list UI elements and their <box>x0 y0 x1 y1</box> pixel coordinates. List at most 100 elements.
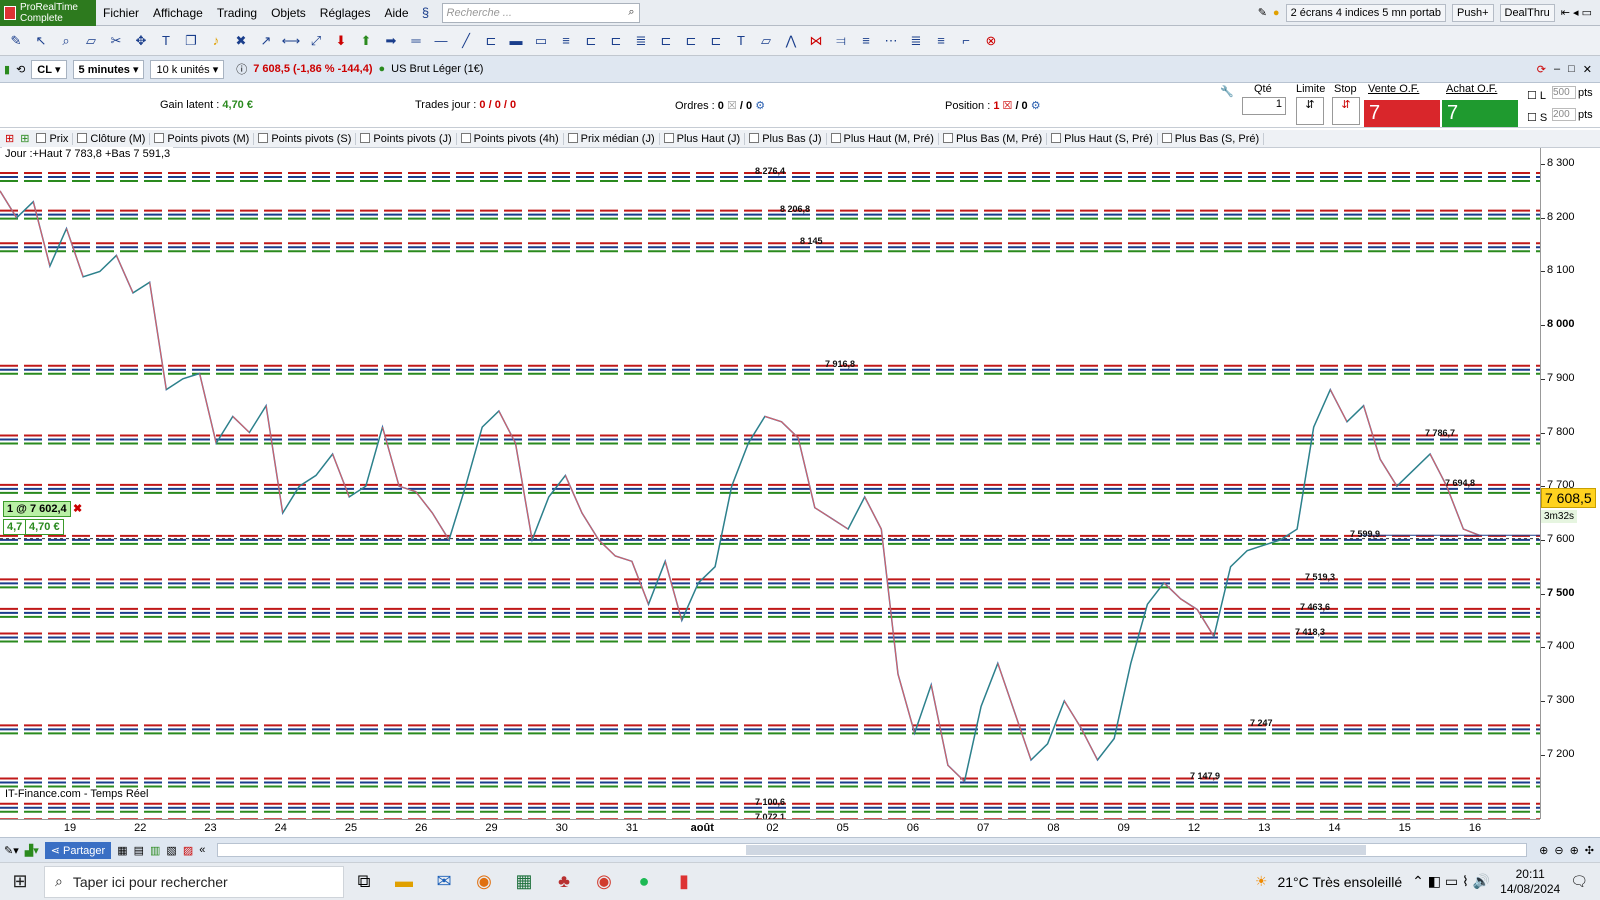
indicator-high-m-pre[interactable]: Plus Haut (M, Pré) <box>827 132 939 145</box>
indicator-low-m-pre[interactable]: Plus Bas (M, Pré) <box>939 132 1048 145</box>
indicator-price[interactable]: Prix <box>32 132 74 145</box>
time-axis[interactable]: 19 22 23 24 25 26 29 30 31 août 02 05 06 07 08 09 12 13 14… <box>0 819 1540 838</box>
qty-input[interactable]: 1 <box>1242 97 1286 115</box>
window-controls-icon[interactable]: ⇤ ◂ ▭ <box>1561 6 1592 19</box>
pencil-icon[interactable]: ✎ <box>6 31 26 51</box>
alert-icon[interactable]: ● <box>1273 7 1280 19</box>
search-input[interactable]: Recherche ... ⌕ <box>441 2 640 23</box>
add-indicator-icon[interactable]: ⊞ <box>2 132 17 145</box>
move-icon[interactable]: ✥ <box>131 31 151 51</box>
explorer-icon[interactable]: ▬ <box>384 871 424 892</box>
timeframe-select[interactable]: 5 minutes ▾ <box>72 59 145 79</box>
stop-order-button[interactable]: ⇵ <box>1332 97 1360 125</box>
zoom-in-icon[interactable]: ⊕ <box>1570 844 1579 857</box>
close-icon[interactable]: ✕ <box>1583 63 1592 76</box>
scroll-left-icon[interactable]: « <box>199 844 205 856</box>
menu-help[interactable]: Aide <box>377 6 415 20</box>
push-button[interactable]: Push+ <box>1452 3 1494 22</box>
tray-icons[interactable]: ⌃ ◧ ▭ ⌇ 🔊 <box>1412 873 1490 890</box>
indicator-median-j[interactable]: Prix médian (J) <box>564 132 660 145</box>
indicator-pivots-4h[interactable]: Points pivots (4h) <box>457 132 564 145</box>
symbol-select[interactable]: CL ▾ <box>31 59 67 79</box>
close-position-icon[interactable]: ✖ <box>70 501 85 516</box>
indicator-low-j[interactable]: Plus Bas (J) <box>745 132 827 145</box>
position-settings-icon[interactable]: ⚙ <box>1031 100 1041 112</box>
channel4-icon[interactable]: ⊏ <box>681 31 701 51</box>
arrow-line-icon[interactable]: ↗ <box>256 31 276 51</box>
hline-icon[interactable]: — <box>431 31 451 51</box>
prorealtime-icon[interactable]: ▮ <box>664 871 704 892</box>
delete-all-icon[interactable]: ⊗ <box>981 31 1001 51</box>
fibonacci-icon[interactable]: ≡ <box>556 31 576 51</box>
strategy-icon[interactable]: ✎ <box>1258 6 1267 19</box>
dealthru-button[interactable]: DealThru <box>1499 3 1555 22</box>
gann-icon[interactable]: ⋈ <box>806 31 826 51</box>
short-pts-input[interactable]: 200 <box>1552 108 1576 121</box>
layout1-icon[interactable]: ▦ <box>117 844 127 857</box>
chart-canvas[interactable] <box>0 148 1540 829</box>
long-checkbox[interactable]: ☐ L <box>1527 89 1546 102</box>
clock[interactable]: 20:11 14/08/2024 <box>1500 867 1560 897</box>
zoom-fit-icon[interactable]: ⊕ <box>1539 844 1548 857</box>
task-view-icon[interactable]: ⧉ <box>344 871 384 892</box>
fib-retrace-icon[interactable]: ≣ <box>906 31 926 51</box>
channel-icon[interactable]: ⊏ <box>481 31 501 51</box>
diagonal-line-icon[interactable]: ╱ <box>456 31 476 51</box>
layout5-icon[interactable]: ▨ <box>183 844 193 857</box>
zoom-out-icon[interactable]: ⊖ <box>1554 844 1563 857</box>
cycles-icon[interactable]: ≡ <box>856 31 876 51</box>
up-arrow-icon[interactable]: ⬆ <box>356 31 376 51</box>
cursor-icon[interactable]: ↖ <box>31 31 51 51</box>
measure-icon[interactable]: ▱ <box>756 31 776 51</box>
chart-style-icon[interactable]: ▟▾ <box>25 844 39 857</box>
scroll-thumb[interactable] <box>746 845 1367 855</box>
rectangle-icon[interactable]: ⊏ <box>581 31 601 51</box>
fullscreen-icon[interactable]: ✣ <box>1585 844 1600 857</box>
corner-icon[interactable]: ⌐ <box>956 31 976 51</box>
chart-settings-icon[interactable]: ▮ <box>4 63 10 76</box>
trend-icon[interactable]: ⤢ <box>306 31 326 51</box>
indicator-high-s-pre[interactable]: Plus Haut (S, Pré) <box>1047 132 1158 145</box>
bell-icon[interactable]: ♪ <box>206 31 226 51</box>
wave-icon[interactable]: ⋀ <box>781 31 801 51</box>
short-checkbox[interactable]: ☐ S <box>1527 111 1547 124</box>
spotify-icon[interactable]: ● <box>624 871 664 892</box>
weather-text[interactable]: 21°C Très ensoleillé <box>1277 874 1402 890</box>
game-icon[interactable]: ♣ <box>544 871 584 892</box>
layout2-icon[interactable]: ▤ <box>134 844 144 857</box>
sell-button[interactable]: 7 607,1 <box>1364 100 1440 147</box>
calculator-icon[interactable]: ▦ <box>504 871 544 892</box>
order-tools-icon[interactable]: 🔧 <box>1220 85 1234 98</box>
hline-purple-icon[interactable]: ▬ <box>506 31 526 51</box>
indicator-pivots-m[interactable]: Points pivots (M) <box>150 132 255 145</box>
buy-button[interactable]: 7 609,9 <box>1442 100 1518 147</box>
menu-file[interactable]: Fichier <box>96 6 146 20</box>
menu-trading[interactable]: Trading <box>210 6 264 20</box>
windows-start-icon[interactable]: ⊞ <box>0 871 40 892</box>
maximize-icon[interactable]: □ <box>1568 63 1575 76</box>
tools-pen-icon[interactable]: ✎▾ <box>4 844 19 857</box>
segment-icon[interactable]: ⟷ <box>281 31 301 51</box>
fib-ext-icon[interactable]: ≡ <box>931 31 951 51</box>
right-arrow-icon[interactable]: ➡ <box>381 31 401 51</box>
price-chart[interactable]: Jour :+Haut 7 783,8 +Bas 7 591,3 IT-Fina… <box>0 147 1540 829</box>
refresh-icon[interactable]: ⟳ <box>1537 63 1546 76</box>
indicator-pivots-s[interactable]: Points pivots (S) <box>254 132 357 145</box>
price-axis[interactable]: 8 300 8 200 8 100 8 000 7 900 7 800 7 700 7 600… <box>1540 148 1600 819</box>
menu-view[interactable]: Affichage <box>146 6 210 20</box>
text-box-icon[interactable]: T <box>731 31 751 51</box>
minimize-icon[interactable]: – <box>1554 63 1560 76</box>
info-icon[interactable]: ⓘ <box>236 61 247 77</box>
tools-icon[interactable]: ✂ <box>106 31 126 51</box>
channel5-icon[interactable]: ⊏ <box>706 31 726 51</box>
menu-settings[interactable]: Réglages <box>313 6 378 20</box>
layout-button[interactable]: 2 écrans 4 indices 5 mn portab <box>1285 3 1446 22</box>
indicator-high-j[interactable]: Plus Haut (J) <box>660 132 746 145</box>
hline-blue-icon[interactable]: ▭ <box>531 31 551 51</box>
trash-icon[interactable]: ✖ <box>231 31 251 51</box>
channel2-icon[interactable]: ⊏ <box>606 31 626 51</box>
orders-cancel-icon[interactable]: ☒ <box>727 100 737 112</box>
ellipse-icon[interactable]: ⋯ <box>881 31 901 51</box>
orders-settings-icon[interactable]: ⚙ <box>755 100 765 112</box>
add-panel-icon[interactable]: ⊞ <box>17 132 32 145</box>
